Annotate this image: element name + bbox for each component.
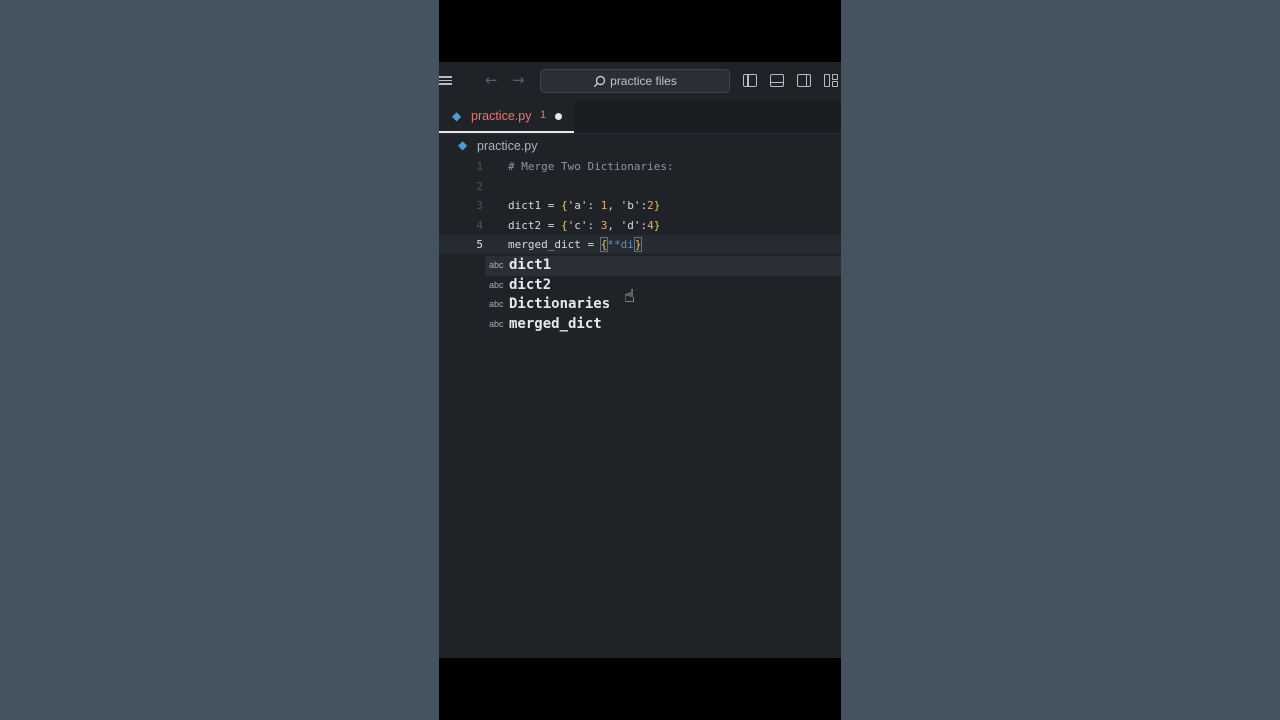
tab-bar: ◆ practice.py 1: [439, 100, 841, 134]
forward-arrow-icon[interactable]: →: [512, 73, 525, 88]
suggestion-item[interactable]: abc dict1: [485, 256, 841, 276]
code-line: 1 # Merge Two Dictionaries:: [439, 157, 841, 176]
line-number: 1: [476, 160, 483, 173]
hand-pointer-icon: ☝: [624, 286, 635, 307]
layout-left-icon[interactable]: [743, 74, 757, 87]
line-number: 5: [476, 238, 483, 251]
tab-practice-py[interactable]: ◆ practice.py 1: [439, 100, 574, 133]
code-text: # Merge Two Dictionaries:: [508, 160, 674, 173]
code-text: merged_dict = {**di}: [508, 237, 643, 252]
code-line: 3 dict1 = {'a': 1, 'b':2}: [439, 196, 841, 215]
unsaved-dot-icon[interactable]: [555, 113, 562, 120]
breadcrumb-file[interactable]: practice.py: [477, 139, 537, 153]
code-editor-window: ← → practice files ◆ practice.py 1 ◆ pra…: [439, 62, 841, 658]
command-center-search[interactable]: practice files: [540, 69, 730, 93]
python-file-icon: ◆: [458, 138, 468, 152]
search-label: practice files: [610, 74, 677, 88]
tab-label: practice.py: [471, 109, 532, 123]
suggestion-kind: abc: [489, 299, 504, 309]
line-number: 2: [476, 179, 483, 193]
code-text: dict1 = {'a': 1, 'b':2}: [508, 199, 661, 212]
code-line: 4 dict2 = {'c': 3, 'd':4}: [439, 216, 841, 235]
autocomplete-list: abc dict1 abc dict2 abc Dictionaries abc…: [485, 256, 841, 334]
line-number: 4: [476, 218, 483, 232]
suggestion-label: Dictionaries: [509, 296, 611, 312]
title-bar: ← → practice files: [439, 62, 841, 100]
back-arrow-icon[interactable]: ←: [485, 73, 498, 88]
suggestion-item[interactable]: abc dict2: [485, 276, 841, 296]
suggestion-kind: abc: [489, 318, 504, 329]
layout-custom-icon[interactable]: [824, 74, 838, 87]
suggestion-item[interactable]: abc Dictionaries: [485, 295, 841, 315]
suggestion-label: dict2: [509, 276, 552, 293]
problem-count-badge: 1: [540, 109, 547, 121]
menu-icon[interactable]: [439, 74, 453, 88]
suggestion-kind: abc: [489, 260, 504, 270]
python-file-icon: ◆: [452, 109, 462, 123]
code-line-active: 5 merged_dict = {**di}: [439, 235, 841, 254]
breadcrumb: ◆ practice.py: [439, 135, 841, 157]
layout-right-icon[interactable]: [797, 74, 811, 87]
video-frame: ← → practice files ◆ practice.py 1 ◆ pra…: [439, 0, 841, 720]
line-number: 3: [476, 199, 483, 212]
code-text: dict2 = {'c': 3, 'd':4}: [508, 218, 661, 232]
suggestion-kind: abc: [489, 279, 504, 290]
suggestion-item[interactable]: abc merged_dict: [485, 315, 841, 335]
code-line: 2: [439, 177, 841, 196]
suggestion-label: dict1: [509, 257, 552, 273]
suggestion-label: merged_dict: [509, 315, 602, 332]
layout-bottom-icon[interactable]: [770, 74, 784, 87]
search-icon: [593, 75, 606, 88]
